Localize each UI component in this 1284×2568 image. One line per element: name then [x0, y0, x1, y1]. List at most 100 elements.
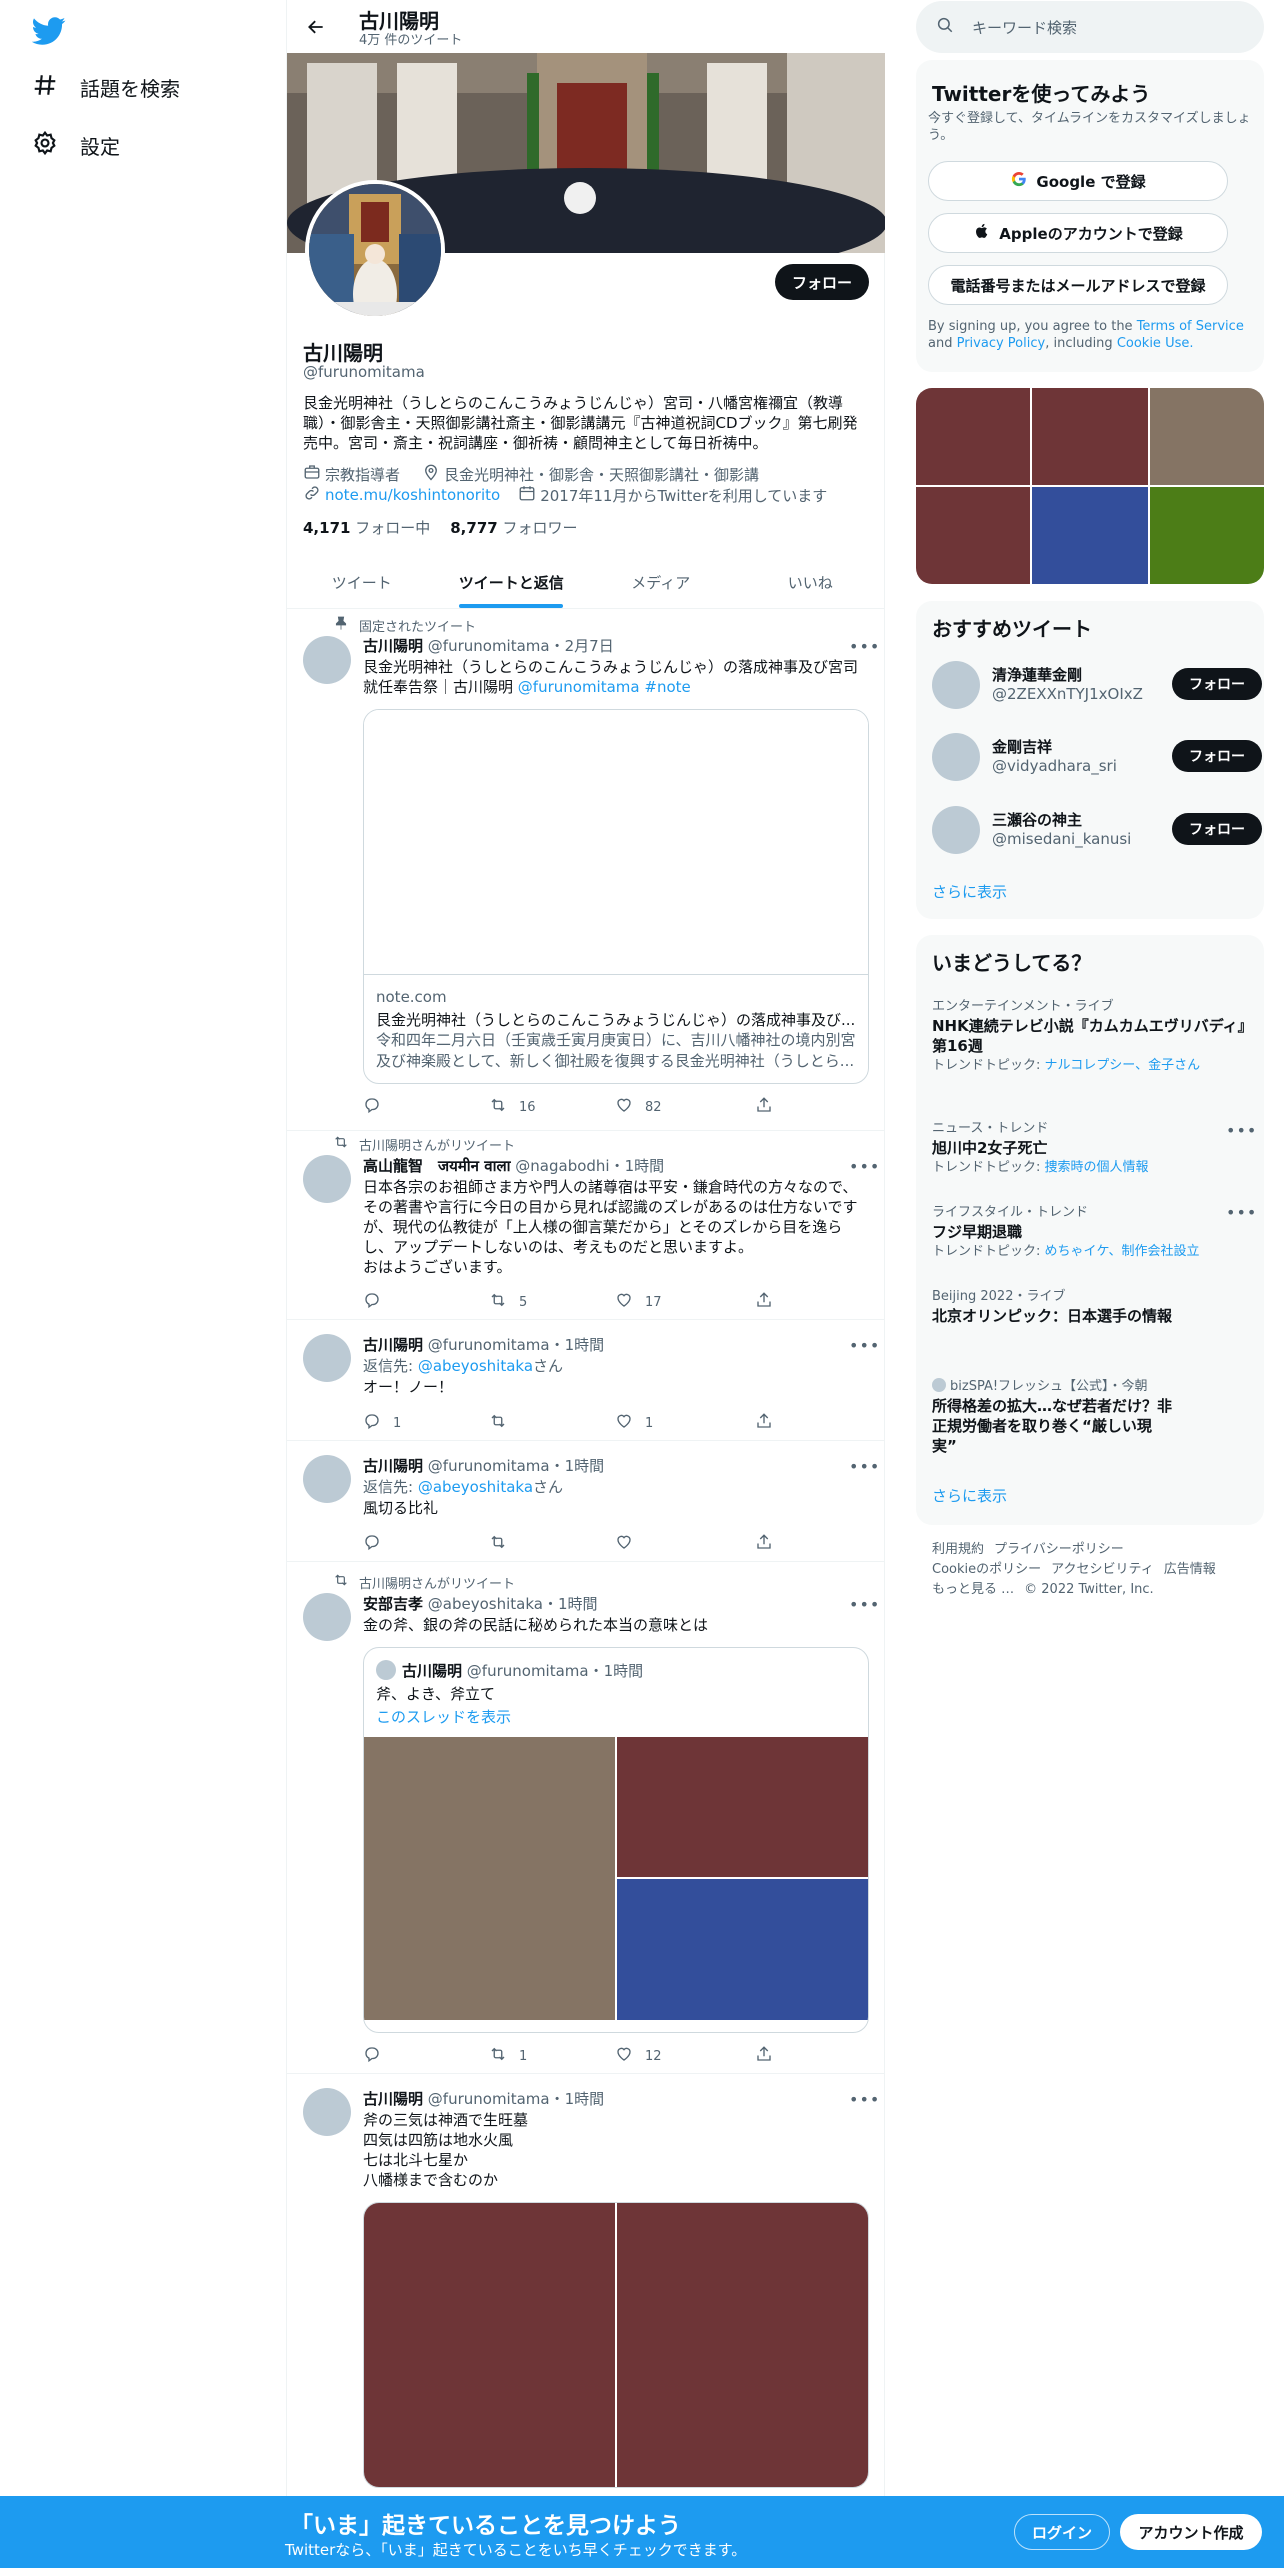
- tweet-reply-1[interactable]: 古川陽明 @furunomitama・1時間 ••• 返信先: @abeyosh…: [287, 1320, 885, 1441]
- quote-tweet[interactable]: 古川陽明 @furunomitama・1時間 斧、よき、斧立て このスレッドを表…: [363, 1647, 869, 2033]
- media-tile[interactable]: [617, 2203, 868, 2487]
- more-options-icon[interactable]: •••: [849, 1457, 879, 1477]
- trend-item[interactable]: ライフスタイル・トレンド フジ早期退職 トレンドトピック: めちゃイケ、制作会社…: [932, 1201, 1248, 1260]
- trend-item[interactable]: ニュース・トレンド 旭川中2女子死亡 トレンドトピック: 捜索時の個人情報: [932, 1117, 1248, 1176]
- show-more-link[interactable]: さらに表示: [932, 881, 1007, 902]
- footer-link-accessibility[interactable]: アクセシビリティ: [1051, 1562, 1154, 1577]
- avatar[interactable]: [932, 733, 980, 781]
- tweet-author-name[interactable]: 古川陽明: [363, 637, 423, 655]
- more-options-icon[interactable]: •••: [1226, 1203, 1256, 1223]
- mention-link[interactable]: @furunomitama: [518, 678, 640, 696]
- footer-link-cookie[interactable]: Cookieのポリシー: [932, 1562, 1041, 1577]
- avatar[interactable]: [303, 2088, 351, 2136]
- more-options-icon[interactable]: •••: [849, 1336, 879, 1356]
- profile-avatar[interactable]: [305, 180, 445, 320]
- recommended-account[interactable]: 清浄蓮華金剛 @2ZEXXnTYJ1xOIxZ フォロー: [932, 661, 1262, 711]
- recommended-account[interactable]: 金剛吉祥 @vidyadhara_sri フォロー: [932, 733, 1262, 783]
- tweet-author-name[interactable]: 古川陽明: [363, 1336, 423, 1354]
- like-button[interactable]: 1: [615, 1412, 653, 1434]
- reply-to-link[interactable]: @abeyoshitaka: [418, 1478, 533, 1496]
- tweet-author-handle[interactable]: @abeyoshitaka: [428, 1595, 543, 1613]
- share-icon[interactable]: [755, 1291, 773, 1309]
- footer-link-ads[interactable]: 広告情報: [1164, 1562, 1216, 1577]
- tweet-time[interactable]: ・1時間: [550, 1457, 605, 1475]
- reply-icon[interactable]: [363, 1291, 381, 1309]
- avatar[interactable]: [932, 806, 980, 854]
- avatar[interactable]: [303, 636, 351, 684]
- footer-link-privacy[interactable]: プライバシーポリシー: [994, 1542, 1124, 1557]
- nav-settings[interactable]: 設定: [32, 125, 120, 165]
- follow-button[interactable]: フォロー: [1172, 813, 1262, 845]
- follow-button[interactable]: フォロー: [775, 264, 869, 300]
- share-icon[interactable]: [755, 2045, 773, 2063]
- tweet-author-handle[interactable]: @furunomitama: [428, 1457, 550, 1475]
- search-box[interactable]: キーワード検索: [916, 1, 1264, 53]
- recommended-account[interactable]: 三瀬谷の神主 @misedani_kanusi フォロー: [932, 806, 1262, 856]
- like-button[interactable]: 12: [615, 2045, 662, 2067]
- trend-topic-link[interactable]: めちゃイケ、制作会社設立: [1045, 1244, 1200, 1259]
- show-thread-link[interactable]: このスレッドを表示: [376, 1706, 511, 1727]
- tweet-time[interactable]: ・1時間: [550, 2090, 605, 2108]
- tweet-time[interactable]: ・2月7日: [550, 637, 614, 655]
- search-input[interactable]: キーワード検索: [972, 17, 1077, 38]
- avatar[interactable]: [303, 1155, 351, 1203]
- google-signup-button[interactable]: Google で登録: [928, 161, 1228, 201]
- retweet-icon[interactable]: [489, 1412, 507, 1430]
- twitter-logo-icon[interactable]: [31, 14, 66, 48]
- tab-tweets[interactable]: ツイート: [287, 556, 437, 608]
- media-tile[interactable]: [617, 1879, 868, 2020]
- more-options-icon[interactable]: •••: [849, 637, 879, 657]
- cookie-use-link[interactable]: Cookie Use.: [1117, 336, 1194, 351]
- tweet-retweet-nagabodhi[interactable]: 古川陽明さんがリツイート 高山龍智 जयमीन वाला @nagabodhi・…: [287, 1131, 885, 1320]
- tweet-pinned[interactable]: 固定されたツイート 古川陽明 @furunomitama・2月7日 ••• 艮金…: [287, 609, 885, 1131]
- trend-topic-link[interactable]: 捜索時の個人情報: [1045, 1160, 1149, 1175]
- media-tile[interactable]: [1150, 487, 1264, 584]
- signup-button[interactable]: アカウント作成: [1120, 2514, 1262, 2550]
- followers-stat[interactable]: 8,777 フォロワー: [450, 517, 577, 538]
- reply-icon[interactable]: [363, 2045, 381, 2063]
- tweet-reply-2[interactable]: 古川陽明 @furunomitama・1時間 ••• 返信先: @abeyosh…: [287, 1441, 885, 1562]
- retweet-button[interactable]: 5: [489, 1291, 527, 1313]
- retweet-button[interactable]: 1: [489, 2045, 527, 2067]
- tweet-time[interactable]: ・1時間: [610, 1157, 665, 1175]
- phone-email-signup-button[interactable]: 電話番号またはメールアドレスで登録: [928, 265, 1228, 305]
- tweet-author-name[interactable]: 高山龍智 जयमीन वाला: [363, 1157, 511, 1175]
- follow-button[interactable]: フォロー: [1172, 668, 1262, 700]
- like-button[interactable]: 17: [615, 1291, 662, 1313]
- trend-topic-link[interactable]: ナルコレプシー、金子さん: [1045, 1058, 1201, 1073]
- media-tile[interactable]: [916, 388, 1030, 485]
- tweet-author-handle[interactable]: @nagabodhi: [515, 1157, 609, 1175]
- tweet-author-handle[interactable]: @furunomitama: [428, 637, 550, 655]
- like-button[interactable]: 82: [615, 1096, 662, 1118]
- media-tile[interactable]: [364, 2203, 615, 2487]
- media-tile[interactable]: [916, 487, 1030, 584]
- share-icon[interactable]: [755, 1412, 773, 1430]
- apple-signup-button[interactable]: Appleのアカウントで登録: [928, 213, 1228, 253]
- tab-likes[interactable]: いいね: [736, 556, 886, 608]
- trends-show-more-link[interactable]: さらに表示: [932, 1485, 1007, 1506]
- hashtag-link[interactable]: #note: [644, 678, 690, 696]
- trend-item[interactable]: Beijing 2022・ライブ 北京オリンピック：日本選手の情報: [932, 1285, 1172, 1326]
- reply-to-link[interactable]: @abeyoshitaka: [418, 1357, 533, 1375]
- media-tile[interactable]: [1032, 487, 1148, 584]
- link-card[interactable]: note.com 艮金光明神社（うしとらのこんこうみょうじんじゃ）の落成神事及び…: [363, 709, 869, 1084]
- tweet-author-handle[interactable]: @furunomitama: [428, 1336, 550, 1354]
- tweet-axes-poem[interactable]: 古川陽明 @furunomitama・1時間 ••• 斧の三気は神酒で生旺墓 四…: [287, 2074, 885, 2500]
- tweet-time[interactable]: ・1時間: [543, 1595, 598, 1613]
- more-options-icon[interactable]: •••: [849, 1157, 879, 1177]
- terms-of-service-link[interactable]: Terms of Service: [1137, 319, 1244, 334]
- tweet-author-name[interactable]: 安部吉孝: [363, 1595, 423, 1613]
- more-options-icon[interactable]: •••: [849, 1595, 879, 1615]
- media-tile[interactable]: [1150, 388, 1264, 485]
- trend-item[interactable]: bizSPA!フレッシュ【公式】・今朝 所得格差の拡大…なぜ若者だけ？非正規労働…: [932, 1375, 1172, 1456]
- avatar[interactable]: [303, 1455, 351, 1503]
- tab-tweets-and-replies[interactable]: ツイートと返信: [437, 556, 587, 608]
- back-arrow-icon[interactable]: [301, 12, 331, 42]
- trend-item[interactable]: エンターテインメント・ライブ NHK連続テレビ小説『カムカムエヴリバディ』第16…: [932, 995, 1248, 1074]
- tweet-author-name[interactable]: 古川陽明: [363, 2090, 423, 2108]
- nav-explore[interactable]: 話題を検索: [32, 67, 180, 107]
- footer-link-terms[interactable]: 利用規約: [932, 1542, 984, 1557]
- heart-icon[interactable]: [615, 1533, 633, 1551]
- following-stat[interactable]: 4,171 フォロー中: [303, 517, 430, 538]
- tweet-retweet-abeyoshitaka[interactable]: 古川陽明さんがリツイート 安部吉孝 @abeyoshitaka・1時間 ••• …: [287, 1562, 885, 2074]
